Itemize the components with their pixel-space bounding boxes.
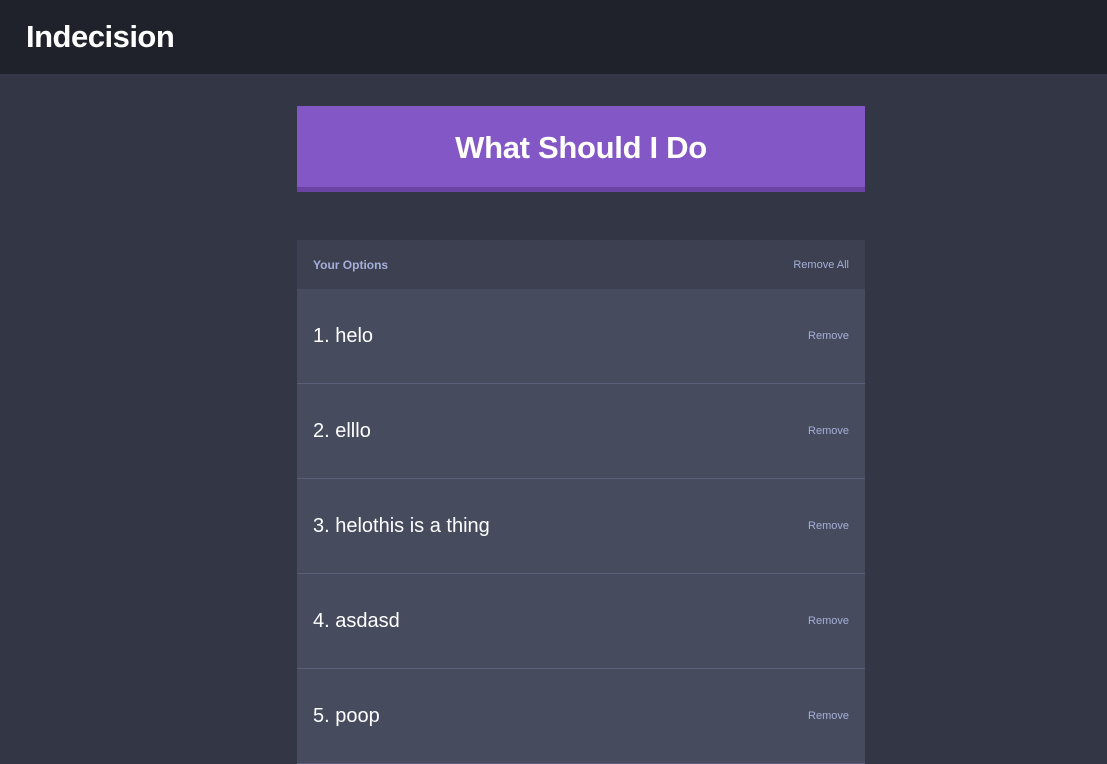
options-title: Your Options <box>313 257 389 272</box>
app-title: Indecision <box>26 19 175 54</box>
option-text: 2. elllo <box>313 419 371 442</box>
main-container: What Should I Do Your Options Remove All… <box>297 106 865 764</box>
option-item: 4. asdasd Remove <box>297 574 865 669</box>
option-item: 5. poop Remove <box>297 669 865 764</box>
remove-option-button[interactable]: Remove <box>808 615 849 627</box>
app-header: Indecision <box>0 0 1107 74</box>
remove-option-button[interactable]: Remove <box>808 710 849 722</box>
option-item: 2. elllo Remove <box>297 384 865 479</box>
options-widget-header: Your Options Remove All <box>297 240 865 289</box>
option-text: 4. asdasd <box>313 609 400 632</box>
remove-all-button[interactable]: Remove All <box>793 259 849 271</box>
what-should-i-do-button[interactable]: What Should I Do <box>297 106 865 192</box>
option-item: 3. helothis is a thing Remove <box>297 479 865 574</box>
option-item: 1. helo Remove <box>297 289 865 384</box>
remove-option-button[interactable]: Remove <box>808 425 849 437</box>
remove-option-button[interactable]: Remove <box>808 330 849 342</box>
options-widget: Your Options Remove All 1. helo Remove 2… <box>297 240 865 764</box>
option-text: 1. helo <box>313 324 374 347</box>
option-text: 5. poop <box>313 704 380 727</box>
remove-option-button[interactable]: Remove <box>808 520 849 532</box>
option-text: 3. helothis is a thing <box>313 514 490 537</box>
